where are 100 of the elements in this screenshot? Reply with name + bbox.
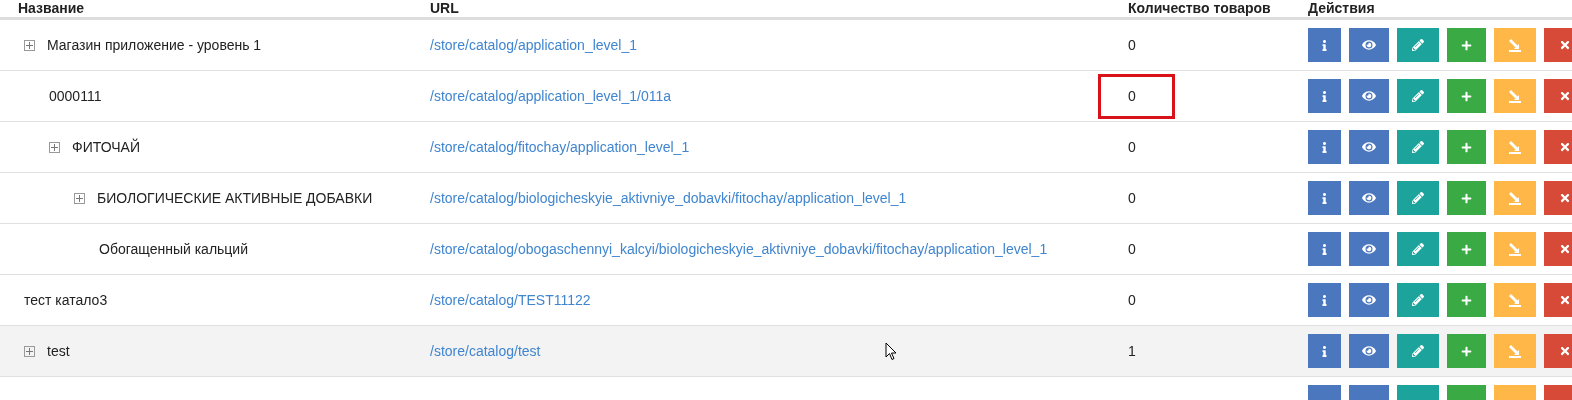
- info-icon: [1319, 243, 1330, 255]
- expand-icon[interactable]: [74, 192, 85, 204]
- info-button[interactable]: [1308, 283, 1341, 317]
- download-arrow-icon: [1508, 242, 1522, 256]
- info-icon: [1319, 39, 1330, 51]
- category-name: test: [47, 341, 70, 361]
- product-count: 0: [1127, 35, 1137, 55]
- product-count: 0: [1127, 290, 1137, 310]
- plus-icon: [1461, 90, 1472, 102]
- info-button[interactable]: [1308, 79, 1341, 113]
- download-arrow-icon: [1508, 140, 1522, 154]
- view-button[interactable]: [1349, 130, 1389, 164]
- info-icon: [1319, 90, 1330, 102]
- download-arrow-icon: [1508, 191, 1522, 205]
- edit-button[interactable]: [1397, 79, 1439, 113]
- view-button[interactable]: [1349, 181, 1389, 215]
- download-arrow-icon: [1508, 344, 1522, 358]
- info-icon: [1319, 192, 1330, 204]
- edit-button[interactable]: [1397, 283, 1439, 317]
- eye-icon: [1362, 344, 1376, 358]
- expand-icon[interactable]: [24, 39, 35, 51]
- move-button[interactable]: [1494, 79, 1536, 113]
- category-url-link[interactable]: /store/catalog/TEST11122: [430, 292, 591, 308]
- pencil-icon: [1412, 90, 1424, 102]
- highlight-frame: 0: [1098, 73, 1175, 119]
- eye-icon: [1362, 140, 1376, 154]
- info-button[interactable]: [1308, 232, 1341, 266]
- category-url-link[interactable]: /store/catalog/fitochay/application_level_1: [430, 139, 690, 155]
- column-header: Действия: [1308, 0, 1376, 16]
- pencil-icon: [1412, 294, 1424, 306]
- eye-icon: [1362, 293, 1376, 307]
- eye-icon: [1362, 191, 1376, 205]
- category-url-link[interactable]: /store/catalog/application_level_1/011a: [430, 88, 672, 104]
- download-arrow-icon: [1508, 293, 1522, 307]
- edit-button[interactable]: [1397, 181, 1439, 215]
- category-url-link[interactable]: /store/catalog/test: [430, 343, 541, 359]
- info-icon: [1319, 294, 1330, 306]
- view-button[interactable]: [1349, 283, 1389, 317]
- move-button[interactable]: [1494, 181, 1536, 215]
- move-button[interactable]: [1494, 28, 1536, 62]
- add-button[interactable]: [1447, 334, 1486, 368]
- move-button[interactable]: [1494, 334, 1536, 368]
- view-button[interactable]: [1349, 28, 1389, 62]
- edit-button[interactable]: [1397, 130, 1439, 164]
- add-button[interactable]: [1447, 28, 1486, 62]
- category-url-link[interactable]: /store/catalog/application_level_1: [430, 37, 638, 53]
- close-icon: [1559, 345, 1571, 357]
- close-icon: [1559, 243, 1571, 255]
- pencil-icon: [1412, 192, 1424, 204]
- close-icon: [1559, 192, 1571, 204]
- expand-icon[interactable]: [24, 345, 35, 357]
- info-button[interactable]: [1308, 130, 1341, 164]
- move-button[interactable]: [1494, 130, 1536, 164]
- product-count: 0: [1127, 137, 1137, 157]
- edit-button[interactable]: [1397, 334, 1439, 368]
- category-name: 0000111: [49, 86, 102, 106]
- move-button[interactable]: [1494, 232, 1536, 266]
- download-arrow-icon: [1508, 38, 1522, 52]
- expand-icon[interactable]: [49, 141, 60, 153]
- category-name: БИОЛОГИЧЕСКИЕ АКТИВНЫЕ ДОБАВКИ: [97, 188, 373, 208]
- info-icon: [1319, 345, 1330, 357]
- plus-icon: [1461, 243, 1472, 255]
- view-button[interactable]: [1349, 334, 1389, 368]
- add-button[interactable]: [1447, 283, 1486, 317]
- pencil-icon: [1412, 141, 1424, 153]
- plus-icon: [1461, 39, 1472, 51]
- view-button[interactable]: [1349, 79, 1389, 113]
- product-count: 0: [1127, 239, 1137, 259]
- edit-button[interactable]: [1397, 232, 1439, 266]
- move-button[interactable]: [1494, 283, 1536, 317]
- column-header: URL: [430, 0, 460, 16]
- pencil-icon: [1412, 39, 1424, 51]
- info-button[interactable]: [1308, 28, 1341, 62]
- download-arrow-icon: [1508, 89, 1522, 103]
- category-name: ФИТОЧАЙ: [72, 137, 140, 157]
- add-button[interactable]: [1447, 181, 1486, 215]
- info-icon: [1319, 141, 1330, 153]
- close-icon: [1559, 141, 1571, 153]
- close-icon: [1559, 294, 1571, 306]
- category-url-link[interactable]: /store/catalog/biologicheskyie_aktivniye_dobavki/fitochay/application_level_1: [430, 190, 907, 206]
- add-button[interactable]: [1447, 232, 1486, 266]
- add-button[interactable]: [1447, 79, 1486, 113]
- category-name: тест катало3: [24, 290, 108, 310]
- info-button[interactable]: [1308, 334, 1341, 368]
- eye-icon: [1362, 38, 1376, 52]
- info-button[interactable]: [1308, 181, 1341, 215]
- plus-icon: [1461, 345, 1472, 357]
- close-icon: [1559, 90, 1571, 102]
- product-count: 0: [1127, 188, 1137, 208]
- column-header: Количество товаров: [1128, 0, 1272, 16]
- view-button[interactable]: [1349, 232, 1389, 266]
- close-icon: [1559, 39, 1571, 51]
- category-url-link[interactable]: /store/catalog/obogaschennyi_kalcyi/biologicheskyie_aktivniye_dobavki/fitochay/application_level_1: [430, 241, 1048, 257]
- category-name: Обогащенный кальций: [99, 239, 248, 259]
- edit-button[interactable]: [1397, 28, 1439, 62]
- plus-icon: [1461, 294, 1472, 306]
- category-name: Магазин приложение - уровень 1: [47, 35, 262, 55]
- add-button[interactable]: [1447, 130, 1486, 164]
- pencil-icon: [1412, 243, 1424, 255]
- eye-icon: [1362, 242, 1376, 256]
